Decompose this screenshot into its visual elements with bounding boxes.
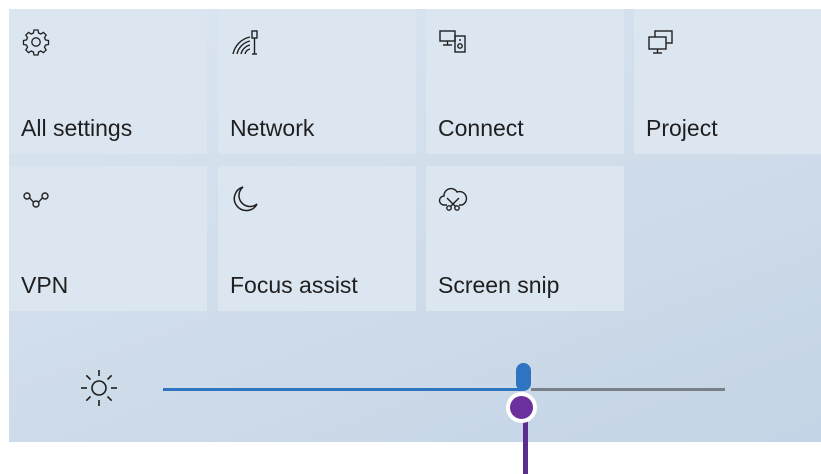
tile-label-network: Network: [230, 115, 315, 141]
focus-assist-tile[interactable]: Focus assist: [218, 166, 416, 311]
vpn-icon: [21, 184, 51, 214]
project-icon: [646, 27, 676, 57]
sun-icon: [78, 367, 120, 409]
brightness-slider[interactable]: [163, 363, 725, 404]
gear-icon: [21, 27, 51, 57]
project-tile[interactable]: Project: [634, 9, 821, 154]
brightness-track-fill: [163, 388, 523, 391]
tile-label-vpn: VPN: [21, 272, 69, 298]
connect-tile[interactable]: Connect: [426, 9, 624, 154]
brightness-track[interactable]: [531, 388, 725, 391]
tile-label-all-settings: All settings: [21, 115, 133, 141]
tile-label-screen-snip: Screen snip: [438, 272, 560, 298]
moon-icon: [230, 184, 260, 214]
tile-label-project: Project: [646, 115, 718, 141]
vpn-tile[interactable]: VPN: [9, 166, 207, 311]
callout-pointer-dot: [506, 392, 537, 423]
all-settings-tile[interactable]: All settings: [9, 9, 207, 154]
screen-snip-icon: [438, 184, 468, 214]
connect-icon: [438, 27, 468, 57]
brightness-slider-thumb[interactable]: [516, 363, 531, 391]
screen-snip-tile[interactable]: Screen snip: [426, 166, 624, 311]
tile-label-connect: Connect: [438, 115, 524, 141]
network-icon: [230, 27, 260, 57]
network-tile[interactable]: Network: [218, 9, 416, 154]
tile-label-focus-assist: Focus assist: [230, 272, 358, 298]
